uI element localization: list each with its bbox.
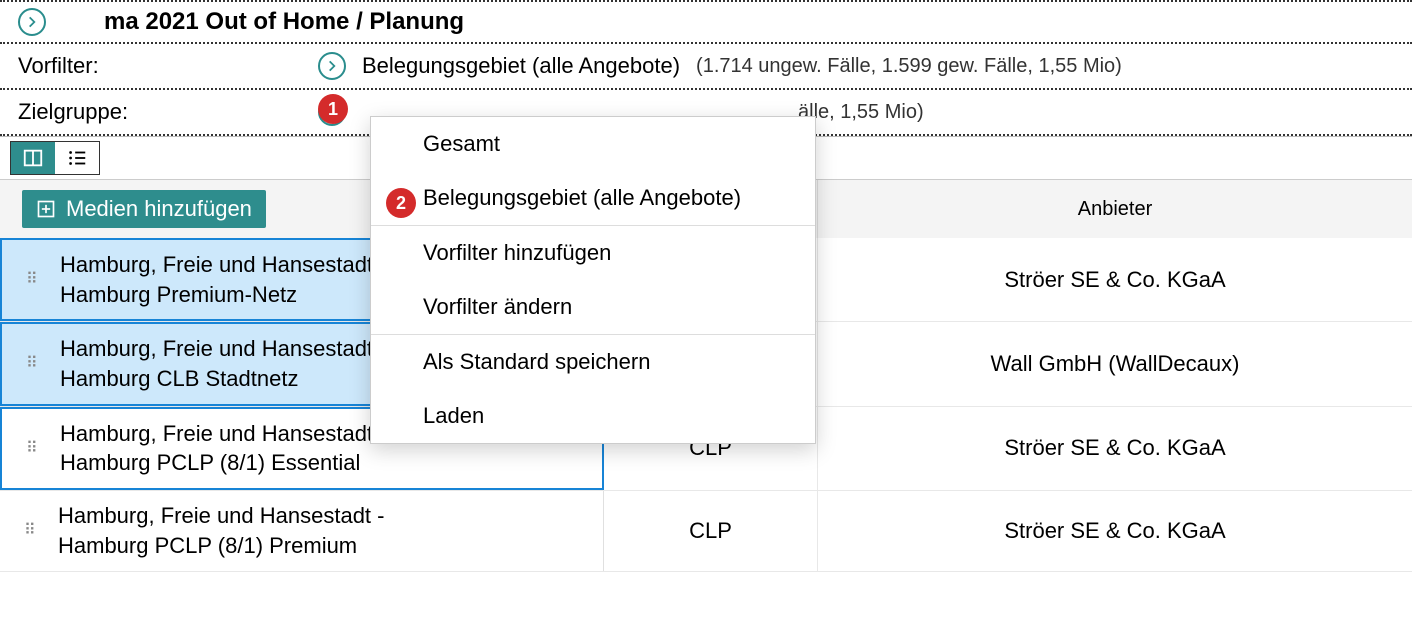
page-title: ma 2021 Out of Home / Planung — [104, 8, 464, 36]
dropdown-item-save-default[interactable]: Als Standard speichern — [371, 334, 815, 389]
vorfilter-value[interactable]: Belegungsgebiet (alle Angebote) — [362, 53, 680, 79]
col-header-provider[interactable]: Anbieter — [818, 180, 1412, 238]
vorfilter-expand-button[interactable] — [318, 52, 346, 80]
dropdown-item-change-vorfilter[interactable]: Vorfilter ändern — [371, 280, 815, 334]
view-columns-button[interactable] — [11, 142, 55, 174]
chevron-right-icon — [25, 15, 39, 29]
provider-cell: Ströer SE & Co. KGaA — [818, 491, 1412, 570]
add-media-button[interactable]: Medien hinzufügen — [22, 190, 266, 228]
dropdown-item-add-vorfilter[interactable]: Vorfilter hinzufügen — [371, 225, 815, 280]
table-row[interactable]: ⠿ Hamburg, Freie und Hansestadt -Hamburg … — [0, 491, 1412, 571]
vorfilter-row: Vorfilter: Belegungsgebiet (alle Angebot… — [0, 44, 1412, 88]
vorfilter-stats: (1.714 ungew. Fälle, 1.599 gew. Fälle, 1… — [696, 55, 1122, 78]
zielgruppe-label: Zielgruppe: — [18, 99, 318, 125]
provider-cell: Ströer SE & Co. KGaA — [818, 238, 1412, 321]
dropdown-item-load[interactable]: Laden — [371, 389, 815, 443]
vorfilter-label: Vorfilter: — [18, 53, 318, 79]
media-cell[interactable]: ⠿ Hamburg, Freie und Hansestadt -Hamburg … — [0, 491, 604, 570]
callout-badge-1: 1 — [318, 94, 348, 124]
vorfilter-dropdown: Gesamt Belegungsgebiet (alle Angebote) V… — [370, 116, 816, 444]
drag-handle-icon[interactable]: ⠿ — [26, 275, 44, 285]
drag-handle-icon[interactable]: ⠿ — [26, 444, 44, 454]
media-text: Hamburg, Freie und Hansestadt -Hamburg P… — [60, 250, 387, 309]
media-text: Hamburg, Freie und Hansestadt -Hamburg C… — [60, 334, 387, 393]
dropdown-item-gesamt[interactable]: Gesamt — [371, 117, 815, 171]
chevron-right-icon — [325, 59, 339, 73]
dropdown-item-belegungsgebiet[interactable]: Belegungsgebiet (alle Angebote) — [371, 171, 815, 225]
provider-cell: Wall GmbH (WallDecaux) — [818, 322, 1412, 405]
add-media-label: Medien hinzufügen — [66, 196, 252, 222]
media-text: Hamburg, Freie und Hansestadt -Hamburg P… — [60, 419, 387, 478]
type-cell: CLP — [604, 491, 818, 570]
view-list-button[interactable] — [55, 142, 99, 174]
drag-handle-icon[interactable]: ⠿ — [24, 526, 42, 536]
callout-badge-2: 2 — [386, 188, 416, 218]
provider-cell: Ströer SE & Co. KGaA — [818, 407, 1412, 490]
drag-handle-icon[interactable]: ⠿ — [26, 359, 44, 369]
media-text: Hamburg, Freie und Hansestadt -Hamburg P… — [58, 501, 385, 560]
zielgruppe-stats: älle, 1,55 Mio) — [798, 101, 924, 124]
expand-header-button[interactable] — [18, 8, 46, 36]
plus-box-icon — [36, 199, 56, 219]
list-icon — [66, 147, 88, 169]
columns-icon — [22, 147, 44, 169]
